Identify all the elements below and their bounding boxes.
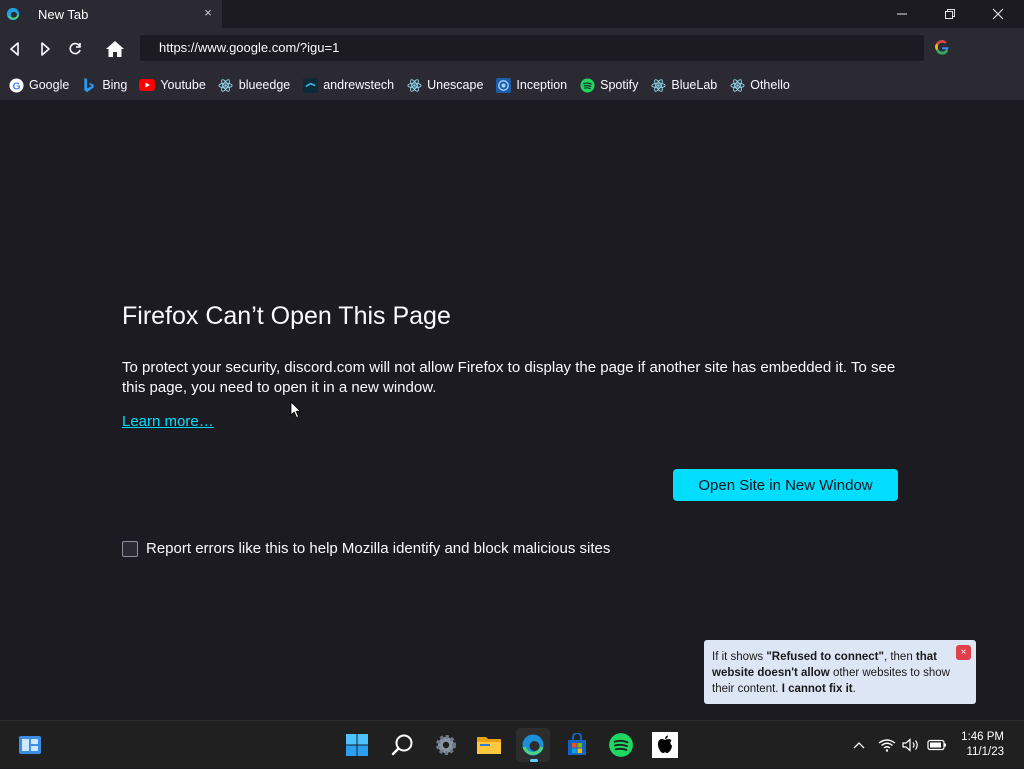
forward-button[interactable] <box>33 37 57 61</box>
react-icon <box>218 77 234 93</box>
volume-icon <box>902 738 918 752</box>
svg-text:G: G <box>12 81 20 92</box>
store-icon <box>568 733 586 755</box>
inception-icon <box>495 77 511 93</box>
edge-icon <box>522 734 544 756</box>
learn-more-link[interactable]: Learn more… <box>122 413 214 430</box>
bookmark-othello[interactable]: Othello <box>729 74 790 96</box>
toast-message: If it shows "Refused to connect", then t… <box>712 651 950 695</box>
toast-close-button[interactable]: × <box>956 645 971 660</box>
edge-icon <box>6 7 20 21</box>
wifi-icon <box>878 739 896 752</box>
bookmark-unescape[interactable]: Unescape <box>406 74 483 96</box>
spotify-button[interactable] <box>604 728 638 762</box>
bookmark-spotify[interactable]: Spotify <box>579 74 638 96</box>
minimize-icon <box>897 13 907 15</box>
react-icon <box>729 77 745 93</box>
spotify-icon <box>609 733 633 757</box>
report-errors-option[interactable]: Report errors like this to help Mozilla … <box>122 540 610 557</box>
title-bar: New Tab × <box>0 0 1024 28</box>
clock[interactable]: 1:46 PM 11/1/23 <box>961 730 1004 760</box>
spotify-icon <box>579 77 595 93</box>
home-button[interactable] <box>103 37 127 61</box>
notification-toast: If it shows "Refused to connect", then t… <box>704 640 976 704</box>
close-icon <box>992 8 1004 20</box>
url-input[interactable] <box>157 39 861 56</box>
close-window-button[interactable] <box>974 0 1022 28</box>
forward-arrow-icon <box>41 42 50 56</box>
gear-icon <box>436 735 456 755</box>
google-icon: G <box>8 77 24 93</box>
start-button[interactable] <box>340 728 374 762</box>
navigation-bar <box>0 28 1024 70</box>
url-bar[interactable] <box>140 35 924 61</box>
bookmark-bluelab[interactable]: BlueLab <box>650 74 717 96</box>
back-arrow-icon <box>10 42 19 56</box>
google-search-icon[interactable] <box>934 39 950 55</box>
report-errors-label: Report errors like this to help Mozilla … <box>146 540 611 557</box>
restore-icon <box>945 9 955 19</box>
clock-date: 11/1/23 <box>966 746 1004 758</box>
andrewstech-icon <box>302 77 318 93</box>
windows-start-icon <box>346 734 368 756</box>
microsoft-store-button[interactable] <box>560 728 594 762</box>
tab-title: New Tab <box>38 6 89 22</box>
error-title: Firefox Can’t Open This Page <box>122 302 451 330</box>
report-errors-checkbox[interactable] <box>122 540 138 557</box>
search-button[interactable] <box>386 728 420 762</box>
page-content: Firefox Can’t Open This Page To protect … <box>0 100 1024 720</box>
clock-time: 1:46 PM <box>961 731 1004 743</box>
maximize-button[interactable] <box>926 0 974 28</box>
show-hidden-icons-button[interactable] <box>850 721 868 769</box>
home-icon <box>106 41 124 57</box>
folder-icon <box>477 737 501 754</box>
mouse-cursor-icon <box>290 401 302 419</box>
widgets-icon <box>19 736 41 754</box>
wifi-status[interactable] <box>877 721 897 769</box>
bing-icon <box>81 77 97 93</box>
reload-button[interactable] <box>63 37 87 61</box>
tab-close-button[interactable]: × <box>200 5 216 21</box>
bookmark-inception[interactable]: Inception <box>495 74 567 96</box>
volume-status[interactable] <box>901 721 921 769</box>
bookmark-google[interactable]: G Google <box>8 74 69 96</box>
bookmark-blueedge[interactable]: blueedge <box>218 74 290 96</box>
search-icon <box>391 734 413 756</box>
chevron-up-icon <box>853 742 865 749</box>
bookmarks-bar: G Google Bing Youtube blueedge andrewste… <box>0 70 1024 100</box>
react-icon <box>650 77 666 93</box>
settings-button[interactable] <box>429 728 463 762</box>
apple-icon <box>652 732 678 758</box>
reload-icon <box>69 42 81 55</box>
edge-button[interactable] <box>516 728 550 762</box>
minimize-button[interactable] <box>878 0 926 28</box>
active-app-indicator <box>530 759 538 762</box>
taskbar: 1:46 PM 11/1/23 <box>0 720 1024 768</box>
battery-status[interactable] <box>926 721 948 769</box>
battery-icon <box>927 739 946 751</box>
error-description: To protect your security, discord.com wi… <box>122 359 896 396</box>
widgets-button[interactable] <box>13 728 47 762</box>
bookmark-bing[interactable]: Bing <box>81 74 127 96</box>
open-site-new-window-button[interactable]: Open Site in New Window <box>673 469 898 501</box>
react-icon <box>406 77 422 93</box>
tab-new-tab[interactable]: New Tab × <box>0 0 222 28</box>
apple-app-button[interactable] <box>648 728 682 762</box>
bookmark-youtube[interactable]: Youtube <box>139 74 206 96</box>
youtube-icon <box>139 77 156 93</box>
file-explorer-button[interactable] <box>472 728 506 762</box>
bookmark-andrewstech[interactable]: andrewstech <box>302 74 394 96</box>
back-button[interactable] <box>3 37 27 61</box>
